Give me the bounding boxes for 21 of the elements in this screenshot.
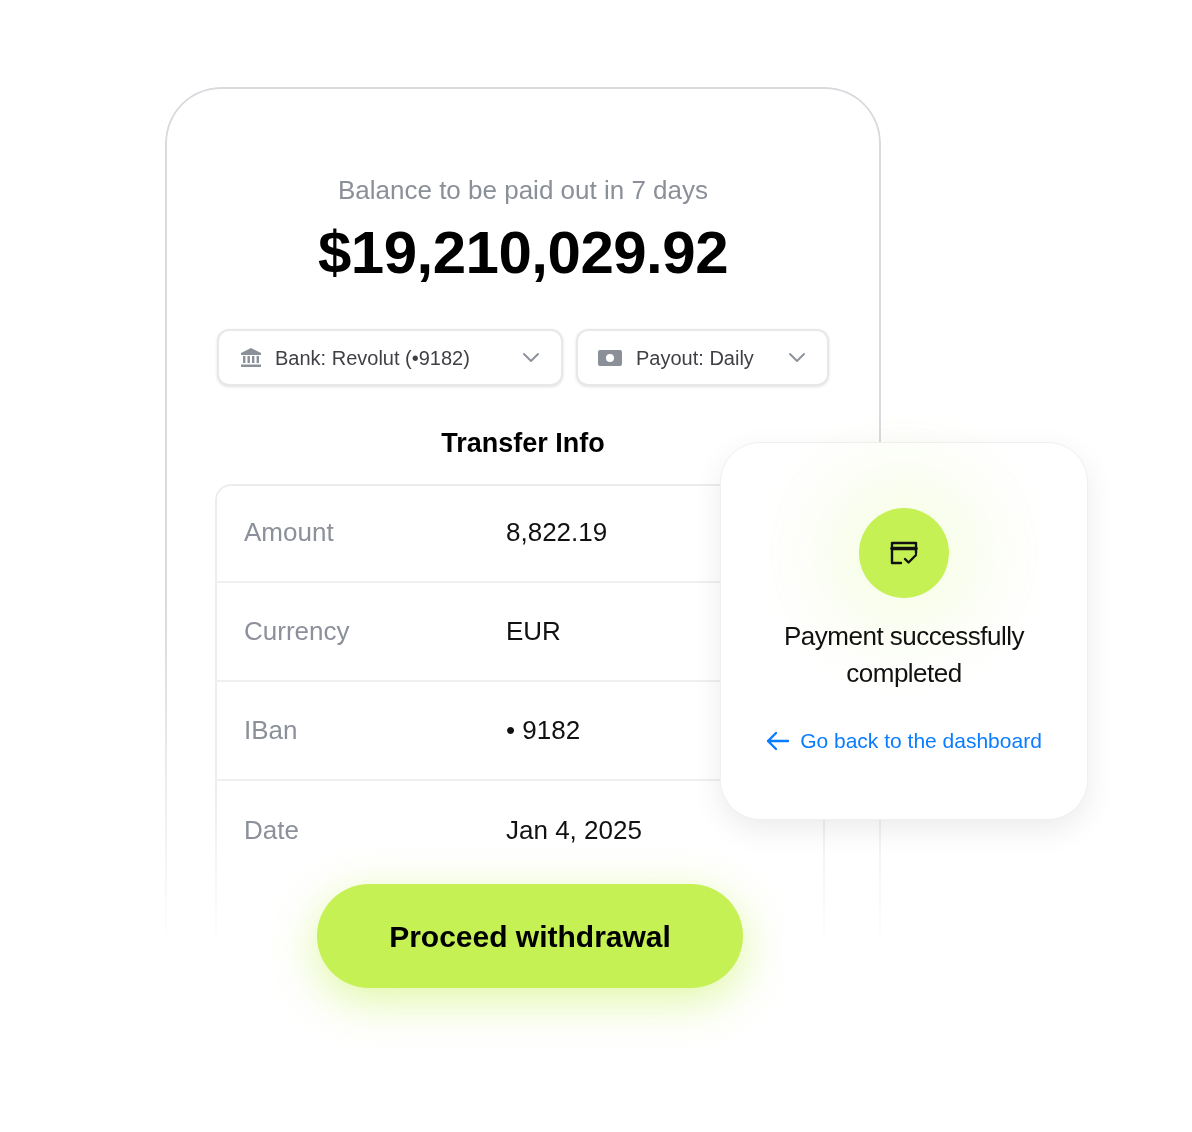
chevron-down-icon (789, 353, 805, 362)
bank-dropdown[interactable]: Bank: Revolut (•9182) (217, 329, 563, 386)
balance-label: Balance to be paid out in 7 days (337, 174, 708, 206)
arrow-left-icon (766, 731, 791, 751)
row-label: Currency (244, 615, 351, 648)
balance-amount: $19,210,029.92 (317, 218, 729, 288)
row-value: • 9182 (506, 714, 581, 747)
transfer-info-title: Transfer Info (441, 427, 605, 460)
row-label: Amount (244, 516, 335, 549)
chevron-down-icon (523, 353, 539, 362)
payout-dropdown[interactable]: Payout: Daily (576, 329, 829, 386)
proceed-withdrawal-button[interactable]: Proceed withdrawal (317, 884, 743, 988)
row-value: Jan 4, 2025 (506, 814, 642, 847)
success-message: Payment successfully completed (783, 620, 1026, 690)
row-value: EUR (506, 615, 561, 648)
bank-icon (241, 348, 261, 367)
row-label: Date (244, 814, 300, 847)
row-label: IBan (244, 714, 299, 747)
row-value: 8,822.19 (506, 516, 608, 549)
banknote-icon (598, 349, 622, 366)
back-to-dashboard-link[interactable]: Go back to the dashboard (766, 728, 1042, 754)
